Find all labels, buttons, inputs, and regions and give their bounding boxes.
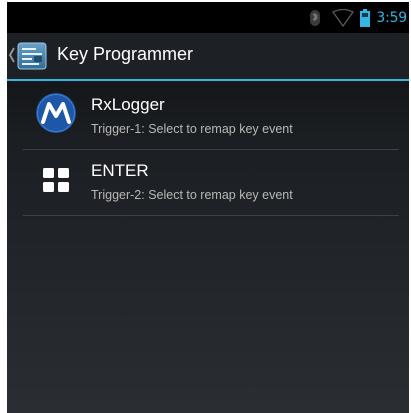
action-bar: Key Programmer <box>7 33 409 81</box>
list-item-rxlogger[interactable]: RxLogger Trigger-1: Select to remap key … <box>23 82 399 150</box>
grid-icon <box>43 168 69 192</box>
status-icons: 3:59 <box>308 2 409 33</box>
bluetooth-icon <box>310 9 321 26</box>
list-item-title: RxLogger <box>91 95 165 114</box>
status-bar: 3:59 <box>7 2 409 33</box>
wifi-icon <box>332 8 355 27</box>
key-programmer-icon[interactable] <box>17 42 47 70</box>
motorola-logo-icon <box>36 93 76 133</box>
list-item-summary: Trigger-1: Select to remap key event <box>91 122 293 136</box>
list-item-enter[interactable]: ENTER Trigger-2: Select to remap key eve… <box>23 148 399 216</box>
list-item-title: ENTER <box>91 161 149 180</box>
list-item-summary: Trigger-2: Select to remap key event <box>91 188 293 202</box>
phone-screen: 3:59 Key Programmer RxLogger Trigger-1: … <box>7 2 409 413</box>
page-title: Key Programmer <box>57 44 194 64</box>
chevron-left-icon[interactable] <box>8 45 16 65</box>
battery-icon <box>360 8 371 27</box>
status-time: 3:59 <box>376 9 407 26</box>
divider <box>23 215 399 216</box>
